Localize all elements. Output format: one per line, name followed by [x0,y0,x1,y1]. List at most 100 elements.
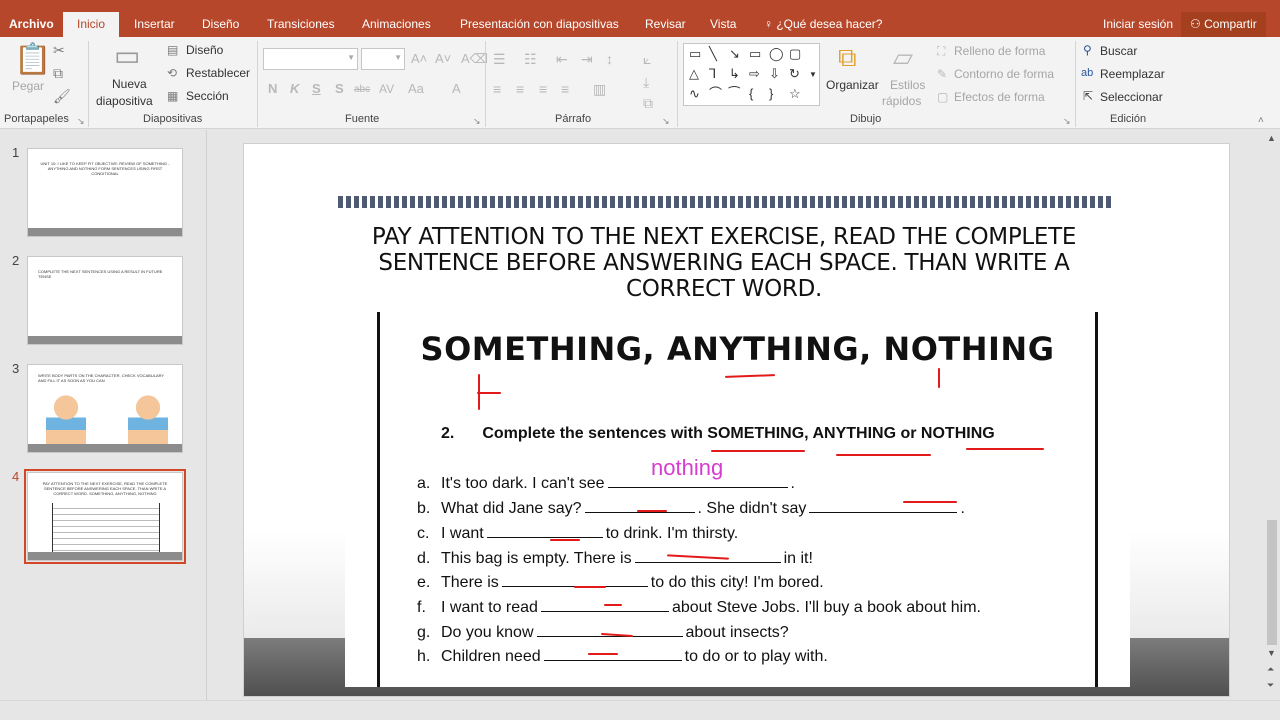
tab-review[interactable]: Revisar [636,12,695,37]
section-button[interactable]: Sección [186,89,229,103]
shape-effects-button[interactable]: Efectos de forma [954,90,1045,104]
decrease-indent-icon[interactable]: ⇤ [556,52,568,66]
shadow-icon[interactable]: S [335,82,344,96]
brace-right-shape-icon[interactable]: } [769,87,773,101]
new-slide-label-1[interactable]: Nueva [112,77,147,91]
arrow-line-shape-icon[interactable]: ↘ [729,47,740,61]
tab-home[interactable]: Inicio [63,12,119,37]
scrollbar-thumb[interactable] [1267,520,1277,645]
columns-icon[interactable]: ▥ [593,82,606,96]
smartart-icon[interactable]: ⧉ [643,96,653,110]
tell-me-box[interactable]: ♀ ¿Qué desea hacer? [755,12,891,37]
underline-icon[interactable]: S [312,82,321,96]
quick-styles-label-2[interactable]: rápidos [882,94,921,108]
select-button[interactable]: Seleccionar [1100,90,1163,104]
tab-view[interactable]: Vista [701,12,745,37]
scroll-down-icon[interactable]: ▼ [1267,648,1276,658]
rectangle-shape-icon[interactable]: ▭ [689,47,701,61]
paste-button[interactable]: Pegar [12,79,44,93]
triangle-shape-icon[interactable]: △ [689,67,699,81]
paint-bucket-icon[interactable]: ⛶ [937,44,945,58]
freeform-shape-icon[interactable]: ↻ [789,67,800,81]
pen-icon[interactable]: ✎ [937,67,947,81]
tab-design[interactable]: Diseño [193,12,248,37]
arc-shape-icon[interactable]: ⌒ [709,87,722,101]
signin-link[interactable]: Iniciar sesión [1094,12,1182,37]
new-slide-icon[interactable]: ▭ [114,42,140,70]
oval-shape-icon[interactable]: ◯ [769,47,784,61]
change-case-icon[interactable]: Aa [408,82,424,96]
drawing-launcher-icon[interactable]: ↘ [1063,116,1071,127]
share-button[interactable]: ⚇ Compartir [1181,12,1266,37]
layout-button[interactable]: Diseño [186,43,223,57]
slide-thumbnail-3[interactable]: WRITE BODY PARTS ON THE CHARACTER, CHECK… [27,364,183,453]
rectangle-shape-icon[interactable]: ▭ [749,47,761,61]
align-right-icon[interactable]: ≡ [539,82,547,96]
arrange-icon[interactable]: ⧉ [838,44,857,70]
quick-styles-label-1[interactable]: Estilos [890,78,925,92]
bold-icon[interactable]: N [268,82,277,96]
slide-thumbnail-2[interactable]: COMPLETE THE NEXT SENTENCES USING A RESU… [27,256,183,345]
elbow-arrow-shape-icon[interactable]: ↳ [729,67,740,81]
font-name-combo[interactable]: ▼ [263,48,358,70]
align-text-icon[interactable]: ⤓ [643,75,649,89]
scroll-up-icon[interactable]: ▲ [1267,133,1276,143]
brace-left-shape-icon[interactable]: { [749,87,753,101]
right-arrow-shape-icon[interactable]: ⇨ [749,67,760,81]
bullets-icon[interactable]: ☰ [493,52,506,66]
next-slide-icon[interactable]: ⏷ [1267,680,1274,691]
reset-icon[interactable]: ⟲ [167,66,177,80]
line-shape-icon[interactable]: ╲ [709,47,717,61]
copy-icon[interactable]: ⧉ [53,66,63,80]
clear-format-icon[interactable]: A⌫ [461,52,488,66]
search-icon[interactable]: ⚲ [1083,43,1092,57]
justify-icon[interactable]: ≡ [561,82,569,96]
increase-indent-icon[interactable]: ⇥ [581,52,593,66]
previous-slide-icon[interactable]: ⏶ [1267,664,1274,675]
replace-icon[interactable]: ab [1081,66,1093,80]
tab-transitions[interactable]: Transiciones [258,12,344,37]
shape-fill-button[interactable]: Relleno de forma [954,44,1045,58]
align-left-icon[interactable]: ≡ [493,82,501,96]
format-painter-icon[interactable]: 🖌 [53,89,71,103]
rounded-rect-shape-icon[interactable]: ▢ [789,47,801,61]
section-icon[interactable]: ▦ [167,89,178,103]
replace-button[interactable]: Reemplazar [1100,67,1165,81]
grow-font-icon[interactable]: A˄ [411,52,427,66]
curve-shape-icon[interactable]: ∿ [689,87,700,101]
tab-animations[interactable]: Animaciones [353,12,440,37]
tab-insert[interactable]: Insertar [125,12,184,37]
shrink-font-icon[interactable]: A˅ [435,52,451,66]
wave-shape-icon[interactable]: ⁀ [729,87,739,101]
chevron-down-icon[interactable]: ▼ [809,68,817,82]
line-spacing-icon[interactable]: ↕ [606,52,613,66]
vertical-scrollbar[interactable]: ▲ ▼ ⏶ ⏷ [1264,130,1280,700]
new-slide-label-2[interactable]: diapositiva [96,94,153,108]
effects-icon[interactable]: ▢ [937,90,948,104]
italic-icon[interactable]: K [290,82,299,96]
slide-thumbnail-4[interactable]: PAY ATTENTION TO THE NEXT EXERCISE, READ… [24,469,186,564]
slide-canvas[interactable]: PAY ATTENTION TO THE NEXT EXERCISE, READ… [243,143,1230,697]
cut-icon[interactable]: ✂ [53,43,65,57]
worksheet-image[interactable]: SOMETHING, ANYTHING, NOTHING 2. Complete … [345,312,1130,687]
font-color-icon[interactable]: A [452,82,461,96]
paragraph-launcher-icon[interactable]: ↘ [662,116,670,127]
star-shape-icon[interactable]: ☆ [789,87,801,101]
shapes-gallery[interactable]: ▭ ╲ ↘ ▭ ◯ ▢ △ ⅂ ↳ ⇨ ⇩ ↻ ∿ ⌒ ⁀ { } ☆ ▼ [683,43,820,106]
slide-thumbnail-1[interactable]: UNIT 10: I LIKE TO KEEP FIT OBJECTIVE: R… [27,148,183,237]
char-spacing-icon[interactable]: AV [379,82,394,96]
align-center-icon[interactable]: ≡ [516,82,524,96]
strikethrough-icon[interactable]: abc [354,83,370,97]
paste-icon[interactable]: 📋 [14,45,51,75]
numbering-icon[interactable]: ☷ [524,52,537,66]
clipboard-launcher-icon[interactable]: ↘ [77,116,85,127]
font-launcher-icon[interactable]: ↘ [473,116,481,127]
slide-heading[interactable]: PAY ATTENTION TO THE NEXT EXERCISE, READ… [334,224,1114,302]
tab-file[interactable]: Archivo [0,12,63,37]
shape-outline-button[interactable]: Contorno de forma [954,67,1054,81]
layout-icon[interactable]: ▤ [167,43,178,57]
find-button[interactable]: Buscar [1100,44,1137,58]
tab-slideshow[interactable]: Presentación con diapositivas [451,12,628,37]
quick-styles-icon[interactable]: ▱ [893,44,913,70]
font-size-combo[interactable]: ▼ [361,48,405,70]
